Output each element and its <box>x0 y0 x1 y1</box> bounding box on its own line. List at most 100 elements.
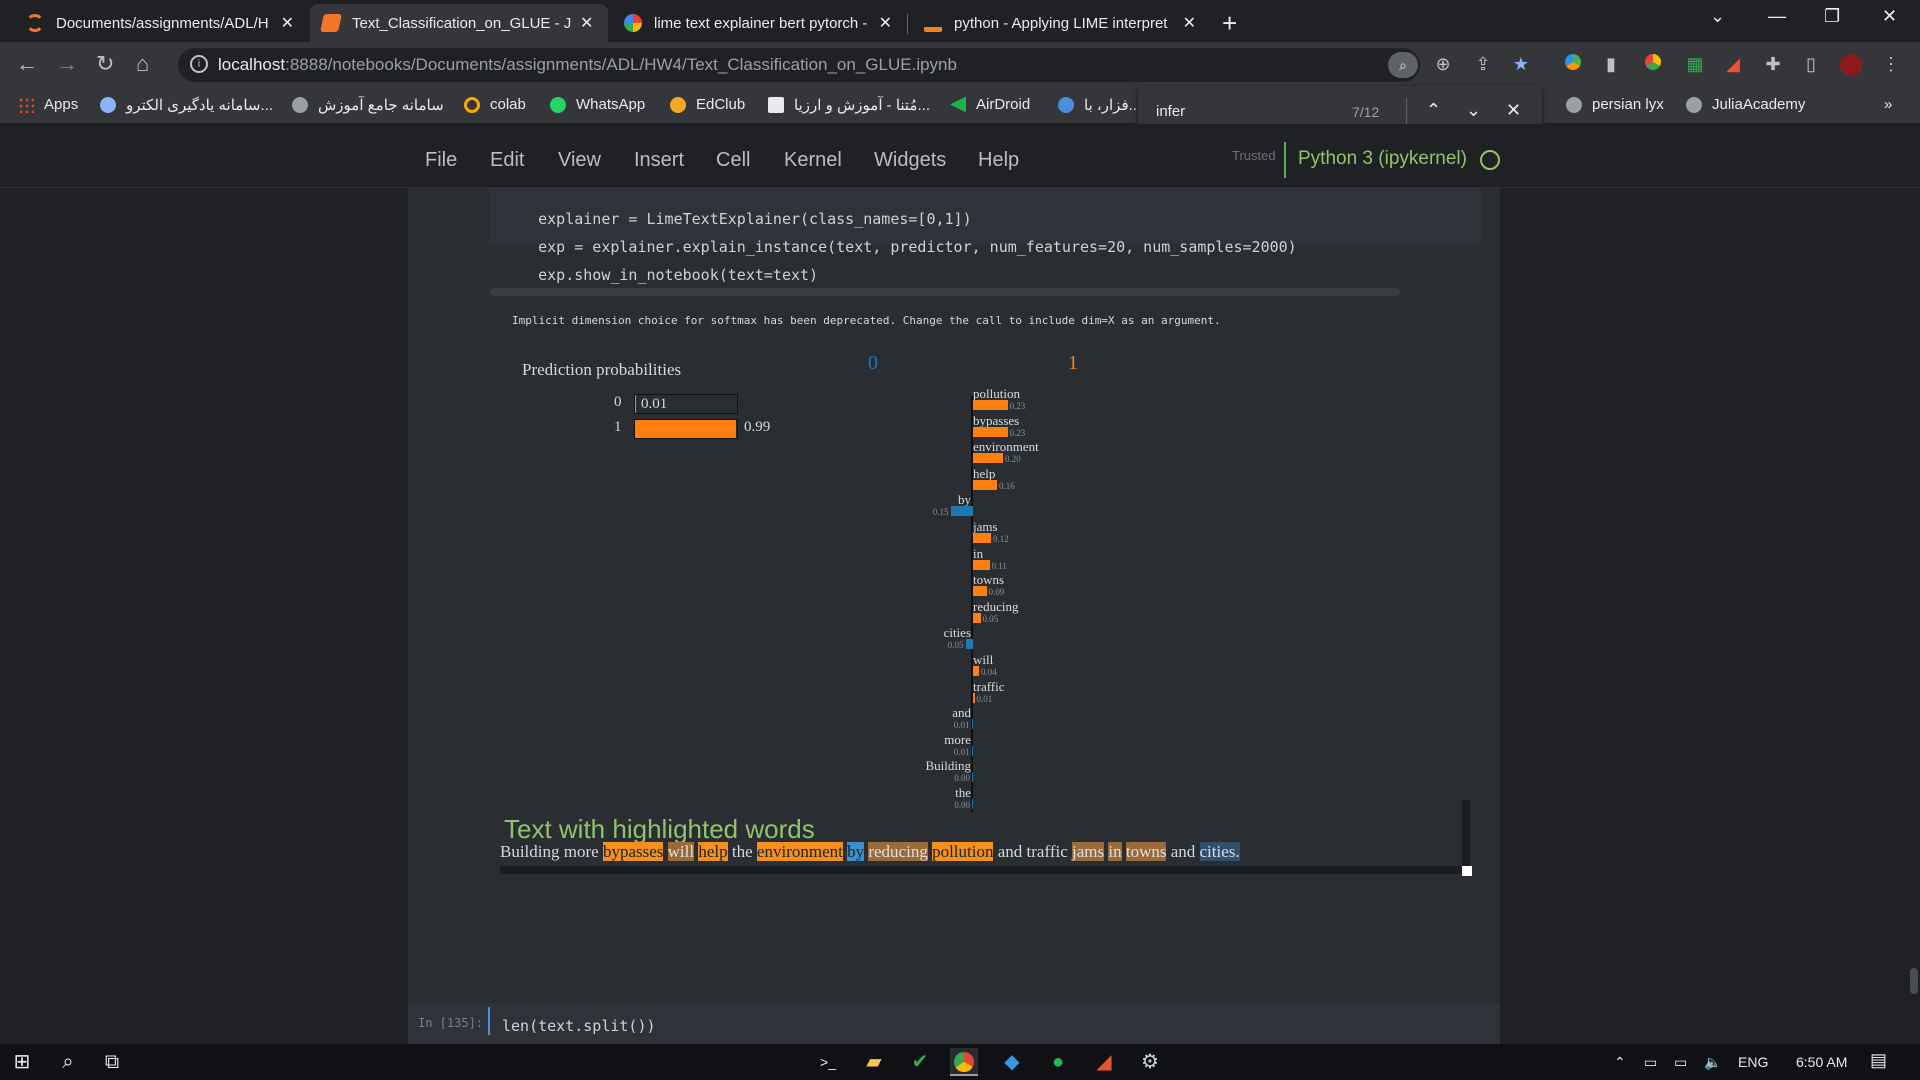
cell-code[interactable]: len(text.split()) <box>502 1017 656 1035</box>
highlighted-word: traffic <box>1026 842 1068 861</box>
tab-search-icon[interactable]: ⌄ <box>1710 6 1725 27</box>
kernel-name[interactable]: Python 3 (ipykernel) <box>1298 148 1467 170</box>
trusted-indicator[interactable]: Trusted <box>1232 148 1276 163</box>
extension-translate-icon[interactable]: ▦ <box>1684 54 1706 76</box>
clock[interactable]: 6:50 AM <box>1796 1054 1847 1070</box>
jupyter-menubar: File Edit View Insert Cell Kernel Widget… <box>0 124 1920 188</box>
notebook-icon <box>320 14 342 32</box>
page-scrollbar[interactable] <box>1908 188 1920 1044</box>
bookmark-whatsapp[interactable]: WhatsApp <box>550 96 645 113</box>
notifications-icon[interactable]: ▤ <box>1870 1050 1887 1071</box>
feature-word: Building <box>925 758 971 774</box>
highlighted-word: more <box>563 842 599 861</box>
bookmark-lms[interactable]: سامانه یادگیری الکترو... <box>100 96 273 114</box>
close-icon[interactable]: ✕ <box>1183 13 1196 33</box>
home-button[interactable]: ⌂ <box>136 51 149 77</box>
close-icon[interactable]: ✕ <box>580 13 593 33</box>
tab-documents[interactable]: Documents/assignments/ADL/H ✕ <box>14 4 306 42</box>
battery-icon[interactable]: ▭ <box>1644 1054 1657 1071</box>
bookmark-label: فزار، با... <box>1084 97 1142 114</box>
code-scrollbar[interactable] <box>490 288 1400 296</box>
extension-chrome-icon[interactable] <box>1642 54 1664 76</box>
browser-menu-icon[interactable]: ⋮ <box>1880 54 1902 76</box>
menu-kernel[interactable]: Kernel <box>784 149 842 172</box>
spotify-icon[interactable]: ● <box>1044 1048 1072 1076</box>
highlighted-text: Building more bypasses will help the env… <box>500 842 1240 862</box>
globe-icon <box>1686 96 1702 113</box>
reload-button[interactable]: ↻ <box>96 51 114 77</box>
bookmark-airdroid[interactable]: AirDroid <box>950 96 1030 113</box>
url-text[interactable]: localhost:8888/notebooks/Documents/assig… <box>218 55 957 75</box>
app-check-icon[interactable]: ✔ <box>906 1048 934 1076</box>
menu-cell[interactable]: Cell <box>716 149 750 172</box>
find-close-icon[interactable]: ✕ <box>1506 100 1521 121</box>
bookmark-star-icon[interactable]: ★ <box>1510 54 1532 76</box>
bookmark-software[interactable]: فزار، با... <box>1058 96 1141 114</box>
task-view-icon[interactable]: ⧉ <box>98 1048 126 1076</box>
feature-value: 0.00 <box>954 800 970 810</box>
feature-value: 0.05 <box>947 640 964 651</box>
close-icon[interactable]: ✕ <box>879 13 892 33</box>
restore-button[interactable]: ❐ <box>1824 6 1840 27</box>
pred-label-1: 1 <box>614 419 622 435</box>
bookmark-colab[interactable]: colab <box>464 96 526 113</box>
new-tab-button[interactable]: + <box>1222 8 1237 39</box>
highlighted-word: will <box>667 842 695 861</box>
feature-bar <box>973 453 1003 464</box>
terminal-icon[interactable]: >_ <box>814 1048 842 1076</box>
extension-color-icon[interactable] <box>1562 54 1584 76</box>
find-previous-icon[interactable]: ⌃ <box>1426 100 1441 121</box>
menu-insert[interactable]: Insert <box>634 149 684 172</box>
output-vertical-scrollbar[interactable] <box>1462 800 1470 870</box>
find-in-page-icon[interactable]: ⌕ <box>1388 52 1418 78</box>
class-1-header: 1 <box>1068 352 1078 374</box>
tab-google-search[interactable]: lime text explainer bert pytorch - ✕ <box>612 4 904 42</box>
next-code-cell[interactable]: In [135]: len(text.split()) <box>408 1003 1500 1044</box>
feature-bar <box>973 666 979 676</box>
steam-icon[interactable]: ⚙ <box>1136 1048 1164 1076</box>
bookmark-juliaacademy[interactable]: JuliaAcademy <box>1686 96 1805 113</box>
menu-view[interactable]: View <box>558 149 601 172</box>
output-horizontal-scrollbar[interactable] <box>500 866 1470 874</box>
bookmark-edclub[interactable]: EdClub <box>670 96 745 113</box>
bookmark-edu[interactable]: سامانه جامع آموزش <box>292 96 444 114</box>
more-bookmarks-icon[interactable]: » <box>1884 96 1892 113</box>
tab-stackoverflow[interactable]: python - Applying LIME interpret ✕ <box>912 4 1208 42</box>
bookmark-matna[interactable]: مُتنا - آموزش و ارزیا... <box>768 96 930 114</box>
menu-edit[interactable]: Edit <box>490 149 524 172</box>
address-bar[interactable]: i localhost:8888/notebooks/Documents/ass… <box>178 48 1420 82</box>
find-next-icon[interactable]: ⌄ <box>1466 100 1481 121</box>
minimize-button[interactable]: — <box>1768 6 1786 27</box>
menu-widgets[interactable]: Widgets <box>874 149 946 172</box>
extension-box-icon[interactable]: ▮ <box>1600 54 1622 76</box>
extensions-puzzle-icon[interactable]: ✚ <box>1762 54 1784 76</box>
matlab-icon[interactable]: ◢ <box>1090 1048 1118 1076</box>
page-scroll-thumb[interactable] <box>1910 968 1918 994</box>
menu-file[interactable]: File <box>425 149 457 172</box>
menu-help[interactable]: Help <box>978 149 1019 172</box>
bookmark-persian-lyx[interactable]: persian lyx <box>1566 96 1664 113</box>
search-icon[interactable]: ⌕ <box>54 1048 82 1076</box>
file-explorer-icon[interactable]: ▰ <box>860 1048 888 1076</box>
language-indicator[interactable]: ENG <box>1738 1054 1768 1070</box>
volume-icon[interactable]: 🔈 <box>1704 1054 1721 1071</box>
chrome-taskbar-icon[interactable] <box>950 1048 978 1076</box>
close-icon[interactable]: ✕ <box>281 13 294 33</box>
windows-start-icon[interactable]: ⊞ <box>8 1048 36 1076</box>
vscode-icon[interactable]: ◆ <box>998 1048 1026 1076</box>
pred-value-1: 0.99 <box>744 419 771 435</box>
zoom-icon[interactable]: ⊕ <box>1432 54 1454 76</box>
extension-matlab-icon[interactable]: ◢ <box>1722 54 1744 76</box>
share-icon[interactable]: ⇪ <box>1472 54 1494 76</box>
tab-notebook[interactable]: Text_Classification_on_GLUE - Jup ✕ <box>310 4 608 42</box>
forward-button[interactable]: → <box>56 51 78 77</box>
tray-chevron-icon[interactable]: ⌃ <box>1614 1054 1626 1071</box>
side-panel-icon[interactable]: ▯ <box>1800 54 1822 76</box>
find-input[interactable]: infer <box>1156 103 1185 120</box>
back-button[interactable]: ← <box>16 51 38 77</box>
site-info-icon[interactable]: i <box>190 55 208 73</box>
close-window-button[interactable]: ✕ <box>1882 6 1897 27</box>
network-icon[interactable]: ▭ <box>1674 1054 1687 1071</box>
bookmark-apps[interactable]: Apps <box>18 96 78 113</box>
profile-avatar[interactable] <box>1840 54 1862 76</box>
